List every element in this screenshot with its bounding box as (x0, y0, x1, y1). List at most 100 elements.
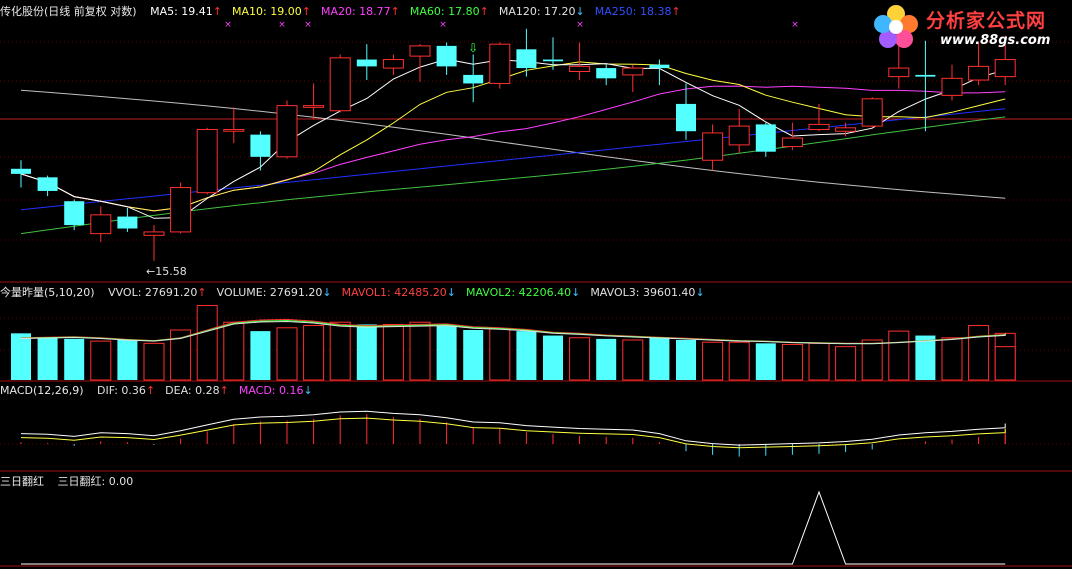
volume-bar (781, 343, 803, 381)
candle-body (781, 137, 803, 148)
price-value-2: MA20: 18.77 (320, 5, 391, 18)
arrow-up-icon: ↑ (145, 384, 156, 397)
candle-body (329, 57, 351, 112)
candle-body (915, 74, 936, 77)
volume-bar (356, 324, 377, 380)
volume-bar (143, 342, 165, 381)
volume-value-3: MAVOL2: 42206.40 (465, 286, 572, 299)
green-arrow-icon: ⇩ (468, 41, 478, 55)
arrow-up-icon: ↑ (197, 286, 207, 299)
candle-body (676, 103, 696, 132)
volume-bar (755, 343, 776, 380)
volume-bar (994, 346, 1016, 381)
volume-bar (808, 342, 830, 381)
mavol3-line (20, 320, 1006, 345)
macd-value-0: DIF: 0.36 (97, 384, 146, 397)
marker-x-icon: × (224, 20, 232, 30)
marker-x-icon: × (304, 20, 312, 30)
candle-body (11, 168, 31, 174)
marker-x-icon: × (576, 20, 584, 30)
ma60-line (20, 116, 1006, 235)
logo-url: www.88gs.com (940, 33, 1051, 48)
volume-bar (276, 327, 298, 381)
indicator-title: 三日翻红 (0, 475, 44, 488)
volume-bar (436, 325, 457, 380)
volume-bar (11, 333, 31, 380)
candle-body (835, 127, 857, 132)
candle-body (941, 77, 963, 96)
volume-value-0: VVOL: 27691.20 (108, 286, 198, 299)
candle-body (196, 129, 218, 194)
candle-body (596, 68, 617, 79)
candle-body (117, 216, 138, 229)
ma250-line (20, 108, 1006, 211)
volume-bar (382, 323, 404, 381)
volume-bar (64, 338, 85, 380)
candle-body (888, 67, 910, 78)
arrow-down-icon: ↓ (322, 286, 332, 299)
indicator-header: 三日翻红 三日翻红: 0.00 (0, 475, 133, 489)
candle-body (728, 125, 750, 146)
volume-bar (941, 337, 963, 381)
arrow-up-icon: ↑ (301, 5, 311, 18)
volume-bar (676, 340, 696, 380)
price-header: 传化股份(日线 前复权 对数) MA5: 19.41↑ MA10: 19.00↑ M… (0, 5, 681, 19)
candle-body (382, 59, 404, 69)
volume-value-2: MAVOL1: 42485.20 (341, 286, 447, 299)
volume-bar (543, 335, 563, 380)
arrow-down-icon: ↓ (695, 286, 705, 299)
candle-body (409, 45, 431, 57)
arrow-up-icon: ↑ (219, 384, 229, 397)
candle-body (303, 105, 325, 108)
volume-bar (117, 340, 138, 380)
candle-body (64, 201, 85, 226)
arrow-up-icon: ↑ (390, 5, 400, 18)
candle-body (516, 49, 537, 69)
volume-bar (888, 330, 910, 381)
candle-body (968, 65, 990, 81)
stock-chart[interactable]: × × × × × × ⇩ (0, 0, 1072, 569)
site-logo: 分析家公式网 www.88gs.com (868, 2, 1068, 52)
volume-bar (968, 325, 990, 381)
arrow-up-icon: ↑ (671, 5, 681, 18)
candle-body (170, 187, 192, 233)
price-value-0: MA5: 19.41 (150, 5, 213, 18)
volume-header: 今量昨量(5,10,20) VVOL: 27691.20↑ VOLUME: 276… (0, 286, 705, 300)
marker-x-icon: × (439, 20, 447, 30)
volume-bar (861, 339, 883, 381)
volume-bar (223, 321, 245, 381)
volume-value-4: MAVOL3: 39601.40 (590, 286, 696, 299)
candle-body (37, 177, 58, 191)
price-value-4: MA120: 17.20 (498, 5, 576, 18)
candle-body (489, 43, 511, 84)
candle-body (569, 65, 591, 72)
volume-title: 今量昨量(5,10,20) (0, 286, 95, 299)
logo-brand: 分析家公式网 (926, 10, 1047, 32)
candle-body (808, 123, 830, 131)
volume-bar (37, 337, 58, 380)
ma10-line (20, 61, 1006, 212)
macd-value-1: DEA: 0.28 (165, 384, 220, 397)
marker-x-icon: × (791, 20, 799, 30)
candle-body (276, 105, 298, 158)
volume-bar (329, 321, 351, 381)
arrow-down-icon: ↓ (303, 384, 313, 397)
candle-body (755, 124, 776, 152)
candle-body (143, 231, 165, 236)
volume-bar (728, 341, 750, 381)
volume-bar (915, 335, 936, 380)
marker-x-icon: × (278, 20, 286, 30)
ma20-line (20, 85, 1006, 212)
indicator-value-0: 三日翻红: 0.00 (57, 475, 134, 488)
arrow-down-icon: ↓ (575, 5, 585, 18)
candle-body (543, 59, 563, 62)
arrow-up-icon: ↑ (212, 5, 223, 18)
volume-bar (596, 338, 617, 380)
low-price-label: ←15.58 (146, 265, 187, 278)
flower-logo-icon (874, 5, 918, 48)
candle-body (356, 59, 377, 67)
volume-bar (702, 341, 724, 381)
macd-value-2: MACD: 0.16 (238, 384, 304, 397)
candle-body (702, 132, 724, 161)
volume-bar (649, 337, 670, 380)
